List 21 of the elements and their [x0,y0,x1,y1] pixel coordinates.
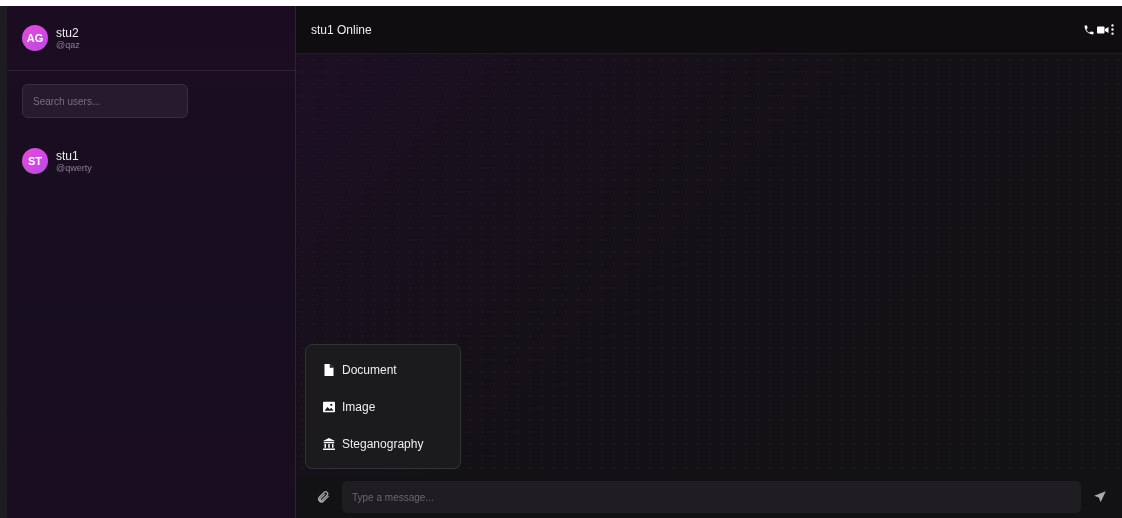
avatar: ST [22,148,48,174]
chat-title: stu1 Online [311,22,372,37]
contact-item[interactable]: ST stu1 @qwerty [7,136,295,186]
send-icon[interactable] [1093,490,1107,504]
message-field[interactable]: Type a message... [342,481,1081,513]
phone-icon[interactable] [1083,23,1095,36]
building-icon [323,437,335,450]
paperclip-icon[interactable] [316,490,330,504]
user-name: stu1 [56,149,80,163]
avatar: AG [22,25,48,51]
search-field[interactable]: Search users... [22,84,188,118]
menu-item[interactable]: Document [308,351,458,388]
more-icon[interactable] [1111,24,1114,35]
video-camera-icon[interactable] [1097,24,1109,35]
document-icon [323,363,335,376]
user-handle: @qwerty [56,163,92,173]
user-handle: @qaz [56,40,80,50]
menu-item[interactable]: Image [308,388,458,425]
menu-item[interactable]: Steganography [308,425,458,462]
image-icon [323,400,335,413]
user-name: stu2 [56,26,80,40]
